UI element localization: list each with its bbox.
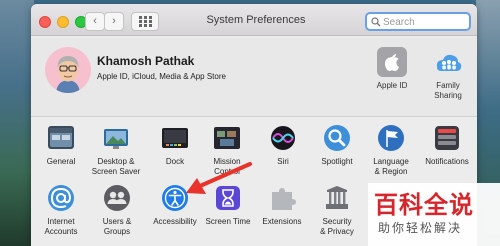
search-input[interactable] (383, 15, 467, 29)
internet-accounts-icon (48, 185, 74, 211)
watermark: 百科全说 助你轻松解决 (368, 183, 500, 246)
siri-label: Siri (277, 157, 289, 166)
language-region-label: Language & Region (373, 157, 409, 176)
general-label: General (46, 157, 76, 166)
minimize-button[interactable] (57, 16, 69, 28)
dock-pane[interactable]: Dock (153, 123, 197, 171)
mission-control-pane[interactable]: Mission Control (205, 123, 249, 176)
security-privacy-pane[interactable]: Security & Privacy (315, 183, 359, 236)
grid-icon (139, 16, 152, 27)
window-title: System Preferences (206, 14, 306, 26)
screen-time-label: Screen Time (205, 217, 251, 226)
users-groups-label: Users & Groups (102, 217, 132, 236)
family-sharing-label: Family Sharing (434, 81, 462, 100)
desktop-background-left (0, 0, 34, 246)
watermark-title: 百科全说 (374, 191, 474, 219)
security-privacy-label: Security & Privacy (320, 217, 354, 236)
users-groups-pane[interactable]: Users & Groups (95, 183, 139, 236)
watermark-subtitle: 助你轻松解决 (378, 221, 463, 235)
notifications-pane[interactable]: Notifications (421, 123, 473, 171)
users-groups-icon (104, 185, 130, 211)
search-icon (371, 17, 381, 27)
internet-accounts-pane[interactable]: Internet Accounts (39, 183, 83, 236)
dock-label: Dock (165, 157, 185, 166)
accessibility-label: Accessibility (153, 217, 197, 226)
mission-control-icon (214, 127, 240, 149)
accessibility-icon (162, 185, 188, 211)
extensions-pane[interactable]: Extensions (259, 183, 305, 233)
notifications-icon (435, 126, 459, 150)
mission-control-label: Mission Control (213, 157, 241, 176)
user-subtitle: Apple ID, iCloud, Media & App Store (97, 72, 226, 81)
siri-pane[interactable]: Siri (261, 123, 305, 171)
user-name: Khamosh Pathak (97, 54, 195, 68)
screen-time-icon (216, 186, 240, 210)
internet-accounts-label: Internet Accounts (44, 217, 78, 236)
siri-icon (271, 126, 295, 150)
spotlight-icon (324, 125, 350, 151)
title-bar: ‹ › System Preferences (31, 4, 477, 36)
extensions-icon (272, 188, 296, 210)
forward-button[interactable]: › (104, 12, 124, 31)
spotlight-label: Spotlight (321, 157, 353, 166)
apple-id-label: Apple ID (376, 81, 408, 90)
screen-time-pane[interactable]: Screen Time (203, 183, 253, 233)
user-account-section[interactable]: Khamosh Pathak Apple ID, iCloud, Media &… (31, 37, 477, 117)
apple-logo-icon (377, 47, 407, 77)
family-sharing-icon (436, 54, 462, 71)
language-region-icon (378, 125, 404, 151)
close-button[interactable] (39, 16, 51, 28)
user-avatar[interactable] (45, 47, 91, 93)
show-all-button[interactable] (131, 12, 159, 31)
desktop-screensaver-pane[interactable]: Desktop & Screen Saver (87, 123, 145, 176)
general-icon (48, 126, 74, 149)
accessibility-pane[interactable]: Accessibility (147, 183, 203, 233)
desktop-screensaver-label: Desktop & Screen Saver (91, 157, 141, 176)
desktop-screensaver-icon (104, 129, 128, 149)
notifications-label: Notifications (425, 157, 469, 166)
language-region-pane[interactable]: Language & Region (369, 123, 413, 176)
extensions-label: Extensions (262, 217, 302, 226)
dock-icon (162, 128, 188, 148)
back-button[interactable]: ‹ (85, 12, 105, 31)
search-field[interactable] (365, 12, 471, 31)
general-pane[interactable]: General (39, 123, 83, 171)
security-privacy-icon (326, 186, 348, 209)
spotlight-pane[interactable]: Spotlight (315, 123, 359, 171)
